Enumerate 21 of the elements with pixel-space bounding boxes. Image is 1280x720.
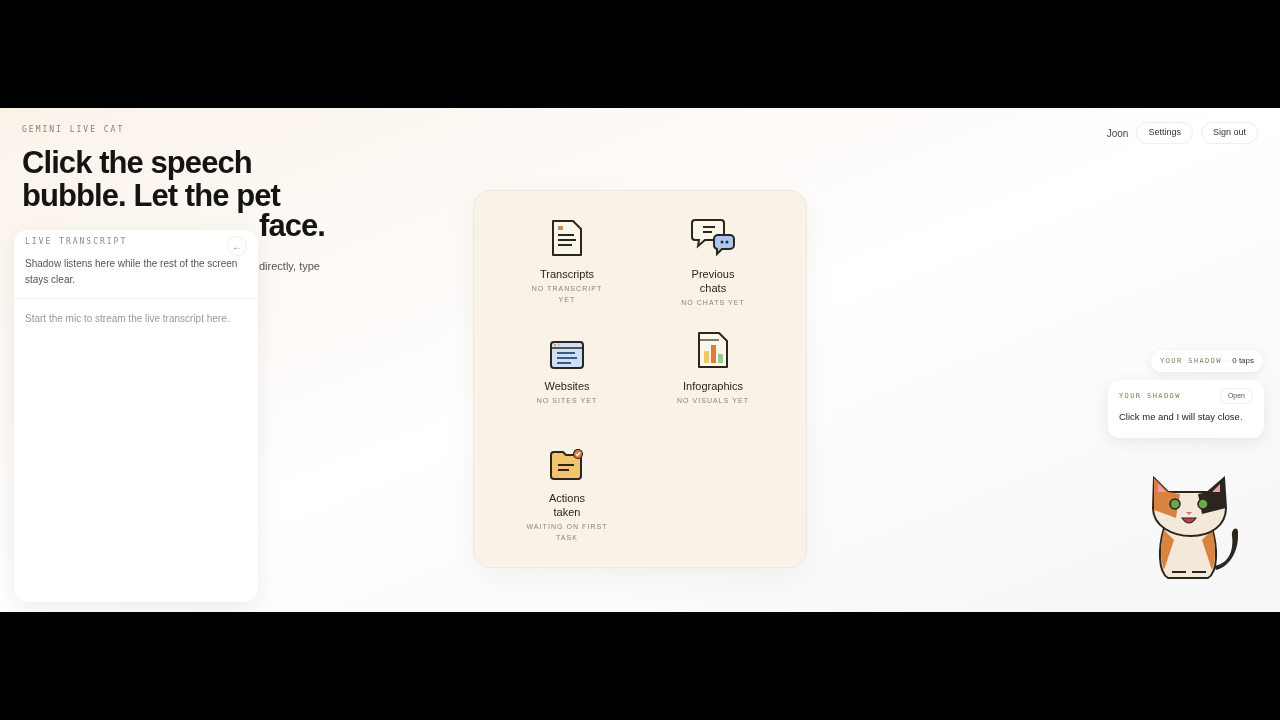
document-icon	[550, 219, 584, 257]
nav-button[interactable]: Settings	[1136, 122, 1193, 144]
brand-label: GEMINI LIVE CAT	[22, 124, 126, 136]
panel-title: LIVE TRANSCRIPT	[25, 236, 128, 248]
folder-check-icon	[549, 449, 585, 481]
browser-window-icon	[550, 341, 584, 369]
panel-intro: Shadow listens here while the rest of the screen stays clear.	[24, 257, 239, 287]
subtitle-text: directly, type	[259, 259, 320, 274]
bubble-message: Click me and I will stay close.	[1119, 410, 1244, 424]
user-name: Joon	[1106, 126, 1129, 141]
tile-title: Previous chats	[690, 267, 736, 295]
headline-tail: face.	[259, 209, 325, 242]
tap-count: 0 taps	[1232, 355, 1254, 367]
tile-title: Websites	[543, 379, 591, 393]
nav-button[interactable]: Sign out	[1200, 122, 1258, 144]
tile-title: Actions taken	[547, 491, 587, 519]
chat-bubbles-icon	[691, 217, 735, 257]
tile-title: Infographics	[682, 379, 744, 393]
transcript-field: Start the mic to stream the live transcript here.	[14, 299, 258, 602]
chart-document-icon	[696, 331, 730, 369]
tile-title: Transcripts	[539, 267, 595, 281]
